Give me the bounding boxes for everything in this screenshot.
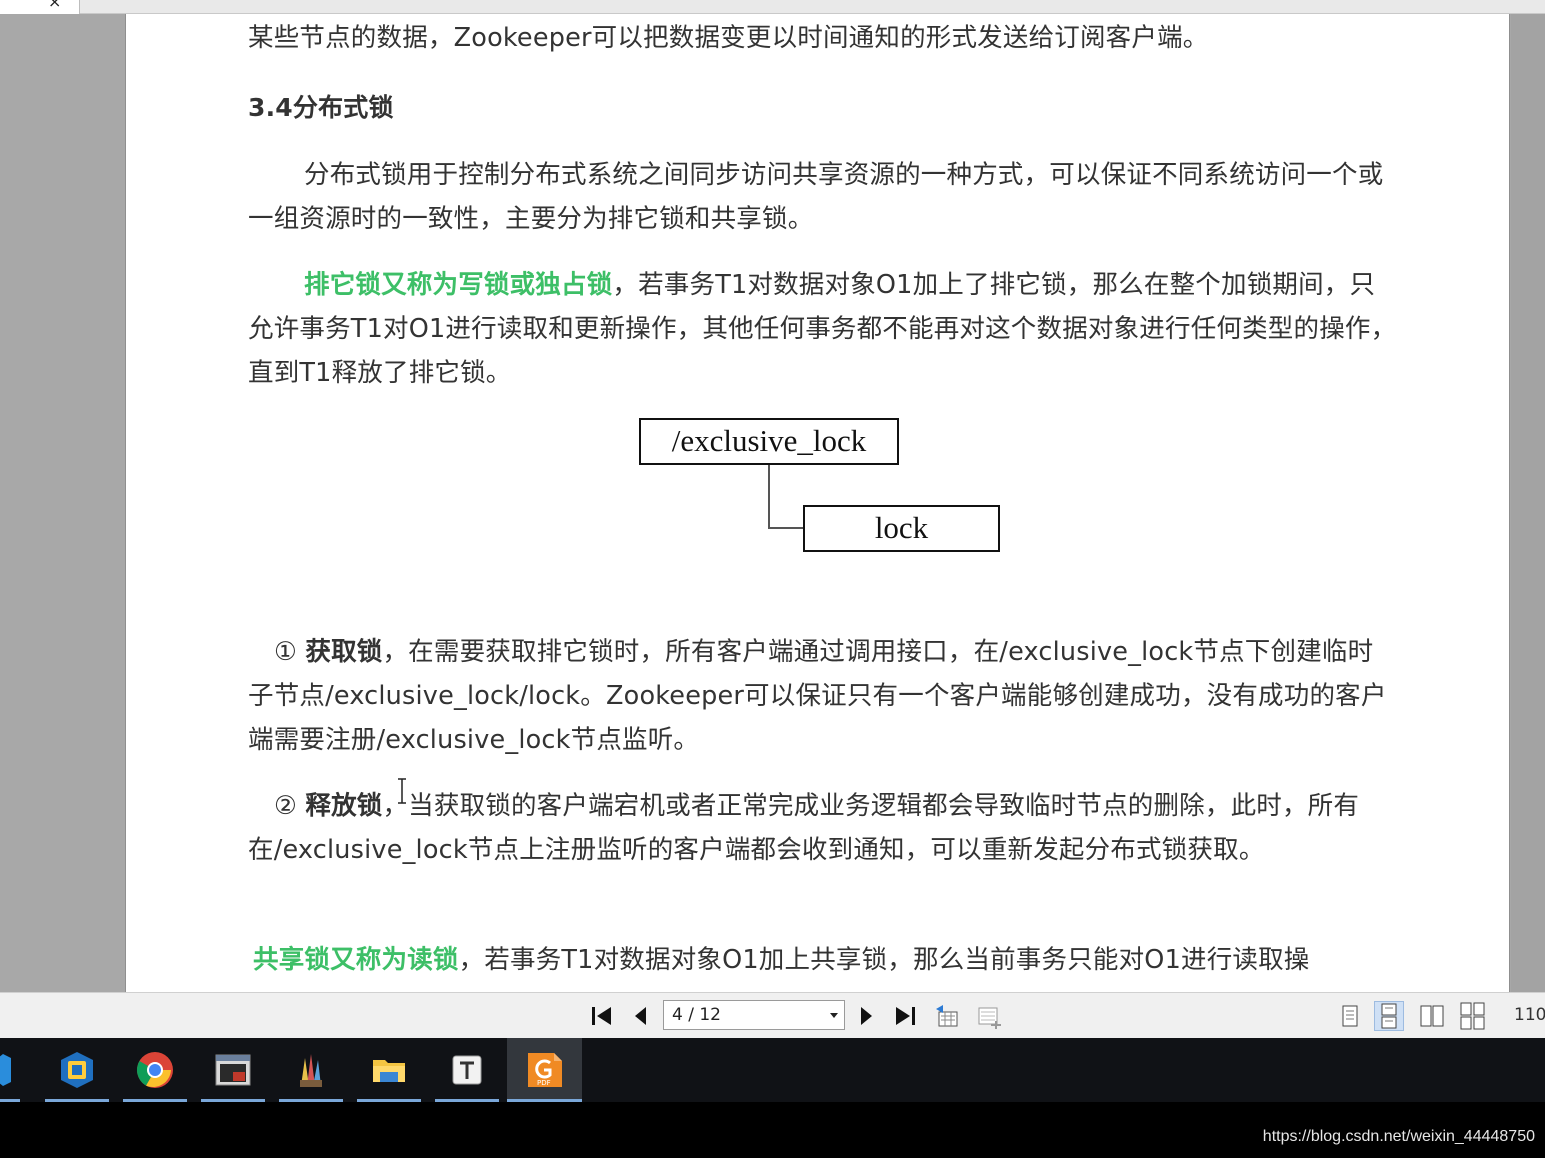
single-page-icon [1342, 1005, 1358, 1027]
last-page-button[interactable] [893, 1001, 919, 1031]
chevron-down-icon[interactable] [830, 1013, 838, 1018]
taskbar-chrome[interactable] [123, 1038, 187, 1102]
taskbar-paint[interactable] [279, 1038, 343, 1102]
typora-icon [452, 1055, 482, 1085]
watermark-url: https://blog.csdn.net/weixin_44448750 [1262, 1128, 1535, 1145]
continuous-facing-icon [1460, 1002, 1485, 1030]
foxit-pdf-icon: PDF [527, 1053, 562, 1087]
next-page-icon [861, 1007, 872, 1025]
continuous-page-icon [1381, 1003, 1397, 1029]
terminal-window-icon [215, 1054, 251, 1086]
first-page-icon [592, 1007, 611, 1025]
page-number-field[interactable]: 4 / 12 [663, 1000, 845, 1030]
paragraph-distributed-lock: 分布式锁用于控制分布式系统之间同步访问共享资源的一种方式，可以保证不同系统访问一… [248, 160, 1384, 234]
green-emphasis: 共享锁又称为读锁 [253, 945, 459, 975]
step-text: ，在需要获取排它锁时，所有客户端通过调用接口，在/exclusive_lock节… [248, 637, 1387, 755]
paint-brush-icon [300, 1054, 322, 1087]
pdf-navigation-toolbar: 4 / 12 110 [0, 992, 1545, 1038]
pdf-label: PDF [537, 1079, 551, 1087]
file-explorer-icon [373, 1060, 405, 1082]
previous-view-button[interactable] [932, 1001, 962, 1031]
previous-view-icon [936, 1005, 958, 1027]
paragraph-release-lock: ② 释放锁，当获取锁的客户端宕机或者正常完成业务逻辑都会导致临时节点的删除，此时… [248, 784, 1398, 872]
next-page-button[interactable] [857, 1001, 877, 1031]
chrome-icon [136, 1052, 173, 1088]
zoom-level[interactable]: 110 [1514, 1005, 1545, 1025]
step-title: 获取锁 [305, 637, 383, 667]
paragraph-shared-lock: 共享锁又称为读锁，若事务T1对数据对象O1加上共享锁，那么当前事务只能对O1进行… [253, 938, 1403, 982]
paragraph-exclusive-lock: 排它锁又称为写锁或独占锁，若事务T1对数据对象O1加上了排它锁，那么在整个加锁期… [248, 263, 1398, 395]
continuous-page-view-button[interactable] [1374, 1001, 1404, 1031]
text-line-top: 某些节点的数据，Zookeeper可以把数据变更以时间通知的形式发送给订阅客户端… [248, 16, 1398, 60]
next-view-icon [978, 1007, 1001, 1029]
facing-pages-icon [1420, 1005, 1444, 1027]
document-tab[interactable]: × [0, 0, 80, 14]
virtualbox-icon [61, 1052, 93, 1088]
step-number: ① [274, 637, 298, 667]
page-indicator-text: 4 / 12 [672, 1005, 721, 1025]
taskbar-terminal-window[interactable] [201, 1038, 265, 1102]
step-title: 释放锁 [305, 791, 383, 821]
diagram-node-root: /exclusive_lock [639, 418, 899, 465]
first-page-button[interactable] [588, 1001, 614, 1031]
vertical-scrollbar[interactable] [1511, 14, 1545, 992]
diagram-node-child: lock [803, 505, 1000, 552]
lock-node-diagram: /exclusive_lock lock [626, 418, 1006, 558]
pdf-viewer-area[interactable]: 某些节点的数据，Zookeeper可以把数据变更以时间通知的形式发送给订阅客户端… [0, 14, 1545, 992]
tab-strip: × [0, 0, 1545, 14]
diagram-connector-vertical [768, 465, 770, 529]
os-taskbar: PDF [0, 1038, 1545, 1102]
paragraph-intro-tail: 某些节点的数据，Zookeeper可以把数据变更以时间通知的形式发送给订阅客户端… [248, 23, 1209, 53]
next-view-button[interactable] [974, 1001, 1004, 1031]
taskbar-vscode[interactable] [0, 1038, 20, 1102]
previous-page-button[interactable] [630, 1001, 650, 1031]
prev-page-icon [635, 1007, 646, 1025]
continuous-facing-view-button[interactable] [1458, 1001, 1488, 1031]
close-tab-icon[interactable]: × [48, 0, 61, 10]
taskbar-typora[interactable] [435, 1038, 499, 1102]
green-emphasis: 排它锁又称为写锁或独占锁 [304, 270, 613, 300]
section-heading: 3.4分布式锁 [248, 93, 394, 122]
paragraph-text: ，若事务T1对数据对象O1加上共享锁，那么当前事务只能对O1进行读取操 [458, 945, 1310, 975]
vscode-icon [0, 1054, 11, 1086]
pdf-page: 某些节点的数据，Zookeeper可以把数据变更以时间通知的形式发送给订阅客户端… [125, 14, 1510, 992]
last-page-icon [896, 1007, 915, 1025]
single-page-view-button[interactable] [1338, 1001, 1362, 1031]
taskbar-file-explorer[interactable] [357, 1038, 421, 1102]
diagram-connector-horizontal [768, 527, 804, 529]
step-number: ② [274, 791, 298, 821]
facing-pages-view-button[interactable] [1418, 1001, 1446, 1031]
step-text: ，当获取锁的客户端宕机或者正常完成业务逻辑都会导致临时节点的删除，此时，所有在/… [248, 791, 1360, 865]
paragraph-acquire-lock: ① 获取锁，在需要获取排它锁时，所有客户端通过调用接口，在/exclusive_… [248, 630, 1398, 762]
taskbar-foxit-pdf[interactable]: PDF [507, 1038, 582, 1102]
taskbar-virtualbox[interactable] [45, 1038, 109, 1102]
